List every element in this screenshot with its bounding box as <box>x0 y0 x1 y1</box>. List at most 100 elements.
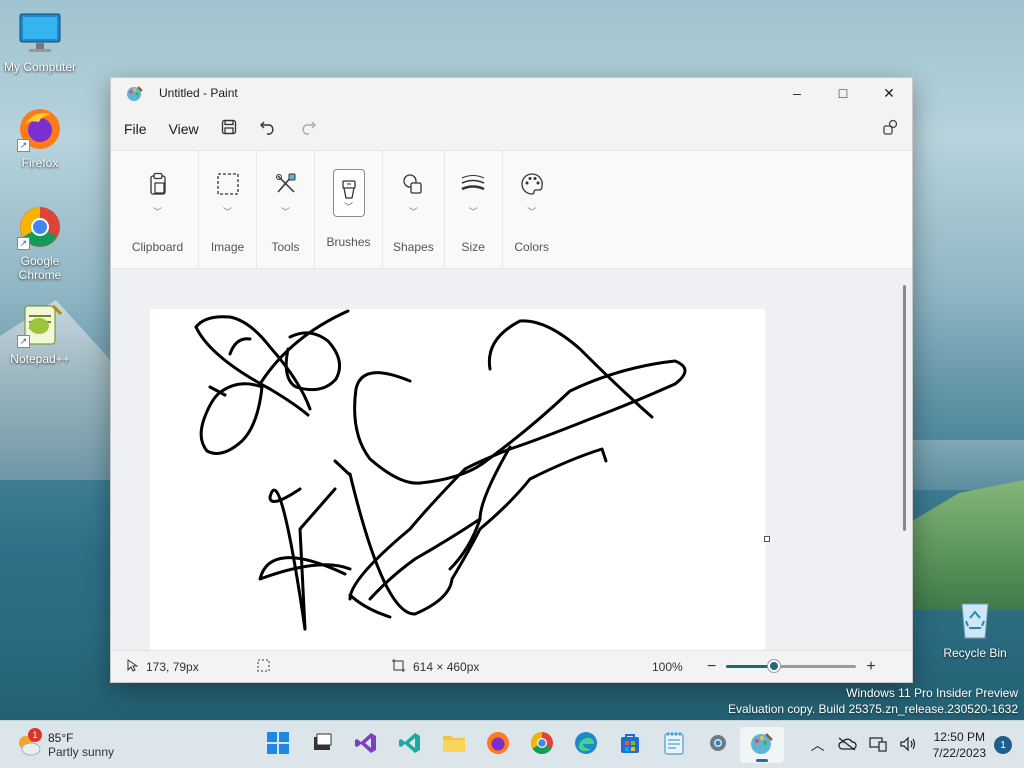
paint-app-icon <box>126 85 143 102</box>
paint-app-icon <box>750 731 774 760</box>
tools-icon[interactable] <box>270 169 302 199</box>
vscode-icon <box>398 731 422 760</box>
clipboard-icon[interactable] <box>142 169 174 199</box>
taskbar-file-explorer[interactable] <box>432 727 476 763</box>
taskbar-chrome[interactable] <box>520 727 564 763</box>
zoom-in-icon[interactable]: + <box>866 658 875 676</box>
minimize-button[interactable]: – <box>774 78 820 108</box>
taskbar-visual-studio[interactable] <box>344 727 388 763</box>
task-view-button[interactable] <box>300 727 344 763</box>
ribbon-label: Brushes <box>326 235 371 249</box>
ribbon-group-clipboard[interactable]: ﹀ Clipboard <box>117 151 199 268</box>
chevron-down-icon[interactable]: ﹀ <box>344 200 353 213</box>
shortcut-arrow-icon: ↗ <box>17 139 30 152</box>
desktop-icon-firefox[interactable]: ↗ Firefox <box>0 106 80 170</box>
save-icon[interactable] <box>221 119 237 140</box>
desktop-icon-notepadpp[interactable]: ↗ Notepad++ <box>0 302 80 366</box>
ribbon-group-size[interactable]: ﹀ Size <box>445 151 503 268</box>
ribbon-label: Shapes <box>393 240 434 254</box>
paint-window[interactable]: Untitled - Paint – □ ✕ File View ﹀ Clipb… <box>110 77 913 683</box>
close-button[interactable]: ✕ <box>866 78 912 108</box>
ribbon-label: Colors <box>514 240 550 254</box>
zoom-out-icon[interactable]: − <box>707 658 716 676</box>
weather-icon: 1 <box>16 727 42 758</box>
desktop-icon-chrome[interactable]: ↗ Google Chrome <box>0 204 80 282</box>
chevron-down-icon[interactable]: ﹀ <box>527 205 536 218</box>
taskbar-store[interactable] <box>608 727 652 763</box>
palette-icon[interactable] <box>516 169 548 199</box>
ribbon-group-tools[interactable]: ﹀ Tools <box>257 151 315 268</box>
chevron-up-icon[interactable]: ︿ <box>811 735 825 755</box>
desktop-icon-label: Google Chrome <box>18 254 62 282</box>
gear-icon <box>706 731 730 760</box>
canvas-workspace <box>111 269 912 650</box>
status-bar: 173, 79px 614 × 460px 100% − + <box>111 650 912 682</box>
volume-icon[interactable] <box>899 736 917 755</box>
chevron-down-icon[interactable]: ﹀ <box>153 205 162 218</box>
clock[interactable]: 12:50 PM 7/22/2023 <box>933 729 986 761</box>
selection-icon[interactable] <box>212 169 244 199</box>
ribbon-label: Tools <box>271 240 300 254</box>
start-button[interactable] <box>256 727 300 763</box>
weather-widget[interactable]: 1 85°F Partly sunny <box>16 727 216 759</box>
zoom-slider-thumb[interactable] <box>768 660 781 672</box>
notification-badge[interactable]: 1 <box>994 736 1012 754</box>
ribbon-group-shapes[interactable]: ﹀ Shapes <box>383 151 445 268</box>
canvas-size-icon <box>392 658 405 675</box>
taskbar-notepad[interactable] <box>652 727 696 763</box>
recycle-bin-icon <box>952 596 998 642</box>
weather-temperature: 85°F <box>48 730 74 745</box>
chevron-down-icon[interactable]: ﹀ <box>409 205 418 218</box>
maximize-button[interactable]: □ <box>820 78 866 108</box>
firefox-icon <box>486 731 510 760</box>
zoom-slider[interactable] <box>726 660 857 672</box>
monitor-icon <box>17 10 63 56</box>
task-view-icon <box>311 733 333 758</box>
notepad-icon <box>663 731 685 760</box>
canvas-resize-handle[interactable] <box>764 536 770 542</box>
onedrive-icon[interactable] <box>837 736 857 754</box>
desktop-icon-label: Notepad++ <box>10 352 70 366</box>
chevron-down-icon[interactable]: ﹀ <box>281 205 290 218</box>
taskbar-edge[interactable] <box>564 727 608 763</box>
settings-icon[interactable] <box>882 118 900 141</box>
ribbon-group-brushes[interactable]: ﹀ Brushes <box>315 151 383 268</box>
store-icon <box>618 731 642 760</box>
size-icon[interactable] <box>457 169 489 199</box>
vertical-scrollbar[interactable] <box>903 285 906 531</box>
network-icon[interactable] <box>869 736 887 755</box>
weather-condition: Partly sunny <box>48 744 115 759</box>
redo-icon[interactable] <box>299 119 317 140</box>
undo-icon[interactable] <box>259 119 277 140</box>
shapes-icon[interactable] <box>397 169 429 199</box>
zoom-level: 100% <box>652 659 683 674</box>
chevron-down-icon[interactable]: ﹀ <box>469 205 478 218</box>
shortcut-arrow-icon: ↗ <box>17 335 30 348</box>
taskbar: 1 85°F Partly sunny ︿ 12:50 PM 7/22/2023… <box>0 720 1024 768</box>
window-title: Untitled - Paint <box>159 86 238 100</box>
taskbar-settings[interactable] <box>696 727 740 763</box>
desktop-icon-recycle-bin[interactable]: Recycle Bin <box>935 596 1015 660</box>
edge-icon <box>574 731 598 760</box>
visual-studio-icon <box>354 731 378 760</box>
ribbon-label: Clipboard <box>131 240 184 254</box>
taskbar-firefox[interactable] <box>476 727 520 763</box>
taskbar-vscode[interactable] <box>388 727 432 763</box>
chevron-down-icon[interactable]: ﹀ <box>223 205 232 218</box>
canvas-drawing <box>194 309 687 631</box>
menu-bar: File View <box>111 108 912 150</box>
firefox-icon: ↗ <box>17 106 63 152</box>
taskbar-paint[interactable] <box>740 727 784 763</box>
chrome-icon: ↗ <box>17 204 63 250</box>
shortcut-arrow-icon: ↗ <box>17 237 30 250</box>
title-bar[interactable]: Untitled - Paint – □ ✕ <box>111 78 912 108</box>
menu-view[interactable]: View <box>169 121 199 137</box>
watermark-line-2: Evaluation copy. Build 25375.zn_release.… <box>728 702 1018 716</box>
weather-badge: 1 <box>28 727 42 742</box>
brush-icon[interactable]: ﹀ <box>332 169 365 217</box>
ribbon-group-image[interactable]: ﹀ Image <box>199 151 257 268</box>
desktop-icon-my-computer[interactable]: My Computer <box>0 10 80 74</box>
menu-file[interactable]: File <box>124 121 147 137</box>
ribbon-group-colors[interactable]: ﹀ Colors <box>503 151 561 268</box>
drawing-canvas[interactable] <box>150 309 765 650</box>
